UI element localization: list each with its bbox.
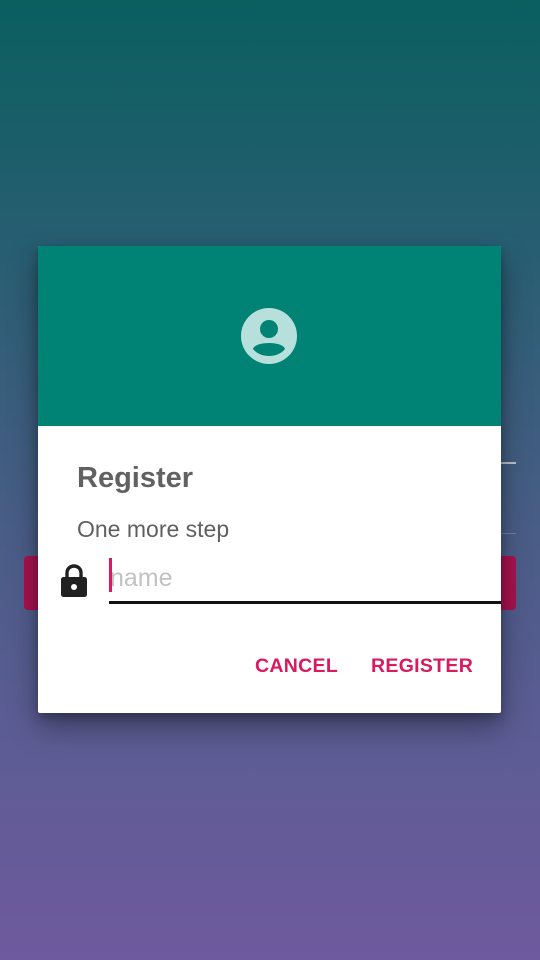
- cancel-button[interactable]: CANCEL: [255, 644, 338, 688]
- register-dialog: Register One more step CANCEL REGISTER: [38, 246, 501, 713]
- dialog-subtitle: One more step: [77, 516, 230, 542]
- dialog-header: [38, 246, 501, 426]
- account-circle-icon: [241, 308, 297, 364]
- lock-icon: [61, 564, 87, 597]
- dialog-title: Register: [77, 462, 194, 494]
- register-button[interactable]: REGISTER: [371, 644, 473, 688]
- name-input[interactable]: [109, 556, 501, 604]
- text-cursor: [109, 558, 112, 592]
- screen: Register One more step CANCEL REGISTER: [0, 0, 540, 960]
